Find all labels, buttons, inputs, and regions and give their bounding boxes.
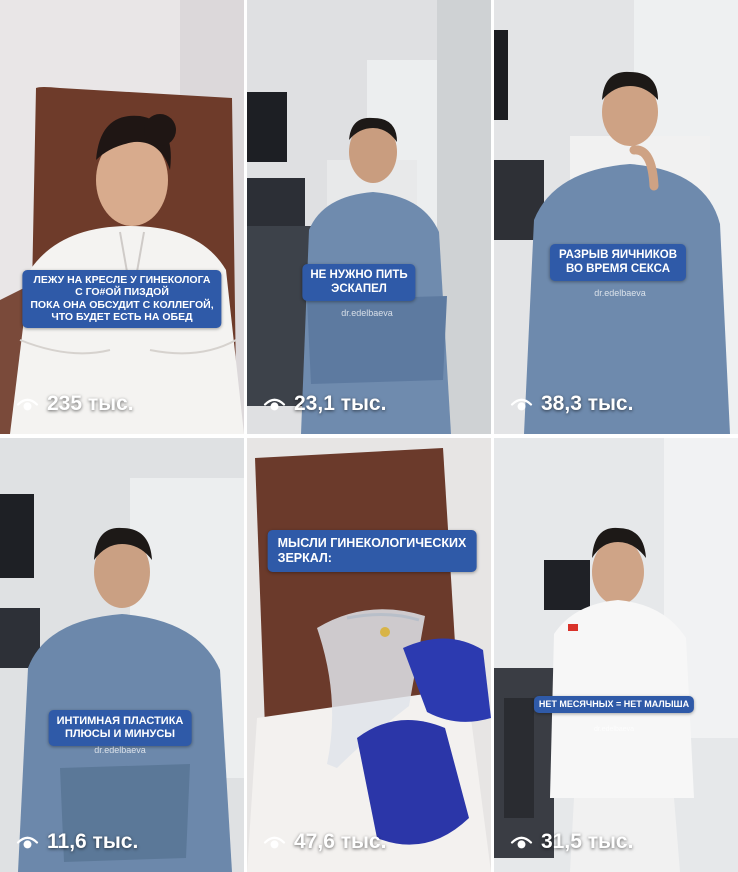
- view-count-label: 31,5 тыс.: [541, 830, 634, 853]
- reel-thumbnail: [247, 0, 491, 434]
- watermark: dr.edelbaeva: [593, 726, 635, 733]
- eye-icon: [263, 398, 286, 410]
- reel-thumbnail: [0, 0, 244, 434]
- reel-thumbnail: [494, 0, 738, 434]
- eye-icon: [16, 398, 39, 410]
- caption-line: ИНТИМНАЯ ПЛАСТИКА: [56, 715, 184, 727]
- watermark: dr.edelbaeva: [341, 308, 393, 318]
- reel-thumbnail: [494, 438, 738, 872]
- eye-icon: [16, 836, 39, 848]
- reels-grid: ЛЕЖУ НА КРЕСЛЕ У ГИНЕКОЛОГА С ГО#ОЙ ПИЗД…: [0, 0, 738, 872]
- view-count-label: 47,6 тыс.: [294, 830, 387, 853]
- reel-thumbnail: [247, 438, 491, 872]
- view-count: 38,3 тыс.: [510, 392, 633, 416]
- reel-caption: ИНТИМНАЯ ПЛАСТИКА ПЛЮСЫ И МИНУСЫ: [48, 710, 192, 746]
- caption-line: РАЗРЫВ ЯИЧНИКОВ: [558, 249, 678, 261]
- caption-line: ПОКА ОНА ОБСУДИТ С КОЛЛЕГОЙ,: [30, 298, 214, 311]
- caption-line: ЗЕРКАЛ:: [277, 550, 332, 565]
- reel-caption: ЛЕЖУ НА КРЕСЛЕ У ГИНЕКОЛОГА С ГО#ОЙ ПИЗД…: [22, 270, 222, 328]
- caption-line: МЫСЛИ ГИНЕКОЛОГИЧЕСКИХ: [277, 536, 467, 550]
- view-count: 31,5 тыс.: [510, 830, 633, 854]
- view-count: 23,1 тыс.: [263, 392, 386, 416]
- caption-line: ЭСКАПЕЛ: [331, 282, 387, 295]
- caption-line: С ГО#ОЙ ПИЗДОЙ: [75, 286, 169, 299]
- eye-icon: [510, 398, 533, 410]
- caption-line: НЕ НУЖНО ПИТЬ: [310, 269, 408, 281]
- view-count-label: 235 тыс.: [47, 392, 134, 415]
- reel-tile-3[interactable]: РАЗРЫВ ЯИЧНИКОВ ВО ВРЕМЯ СЕКСА dr.edelba…: [494, 0, 738, 434]
- reel-caption: РАЗРЫВ ЯИЧНИКОВ ВО ВРЕМЯ СЕКСА: [549, 244, 687, 282]
- view-count-label: 38,3 тыс.: [541, 392, 634, 415]
- caption-line: НЕТ МЕСЯЧНЫХ = НЕТ МАЛЫША: [538, 699, 690, 709]
- reel-tile-4[interactable]: ИНТИМНАЯ ПЛАСТИКА ПЛЮСЫ И МИНУСЫ dr.edel…: [0, 438, 244, 872]
- view-count: 235 тыс.: [16, 392, 134, 416]
- reel-caption: МЫСЛИ ГИНЕКОЛОГИЧЕСКИХ ЗЕРКАЛ:: [267, 530, 477, 572]
- watermark: dr.edelbaeva: [94, 745, 146, 755]
- view-count-label: 11,6 тыс.: [47, 830, 139, 853]
- reel-caption: НЕ НУЖНО ПИТЬ ЭСКАПЕЛ: [302, 264, 416, 302]
- reel-tile-2[interactable]: НЕ НУЖНО ПИТЬ ЭСКАПЕЛ dr.edelbaeva 23,1 …: [247, 0, 491, 434]
- reel-thumbnail: [0, 438, 244, 872]
- eye-icon: [510, 836, 533, 848]
- caption-line: ПЛЮСЫ И МИНУСЫ: [64, 727, 176, 740]
- caption-line: ВО ВРЕМЯ СЕКСА: [565, 262, 670, 275]
- eye-icon: [263, 836, 286, 848]
- watermark: dr.edelbaeva: [594, 288, 646, 298]
- reel-tile-5[interactable]: МЫСЛИ ГИНЕКОЛОГИЧЕСКИХ ЗЕРКАЛ: 47,6 тыс.: [247, 438, 491, 872]
- reel-caption: НЕТ МЕСЯЧНЫХ = НЕТ МАЛЫША: [533, 696, 695, 713]
- view-count-label: 23,1 тыс.: [294, 392, 387, 415]
- caption-line: ЛЕЖУ НА КРЕСЛЕ У ГИНЕКОЛОГА: [33, 274, 211, 286]
- reel-tile-1[interactable]: ЛЕЖУ НА КРЕСЛЕ У ГИНЕКОЛОГА С ГО#ОЙ ПИЗД…: [0, 0, 244, 434]
- view-count: 47,6 тыс.: [263, 830, 386, 854]
- view-count: 11,6 тыс.: [16, 830, 138, 854]
- reel-tile-6[interactable]: НЕТ МЕСЯЧНЫХ = НЕТ МАЛЫША dr.edelbaeva 3…: [494, 438, 738, 872]
- caption-line: ЧТО БУДЕТ ЕСТЬ НА ОБЕД: [51, 311, 193, 324]
